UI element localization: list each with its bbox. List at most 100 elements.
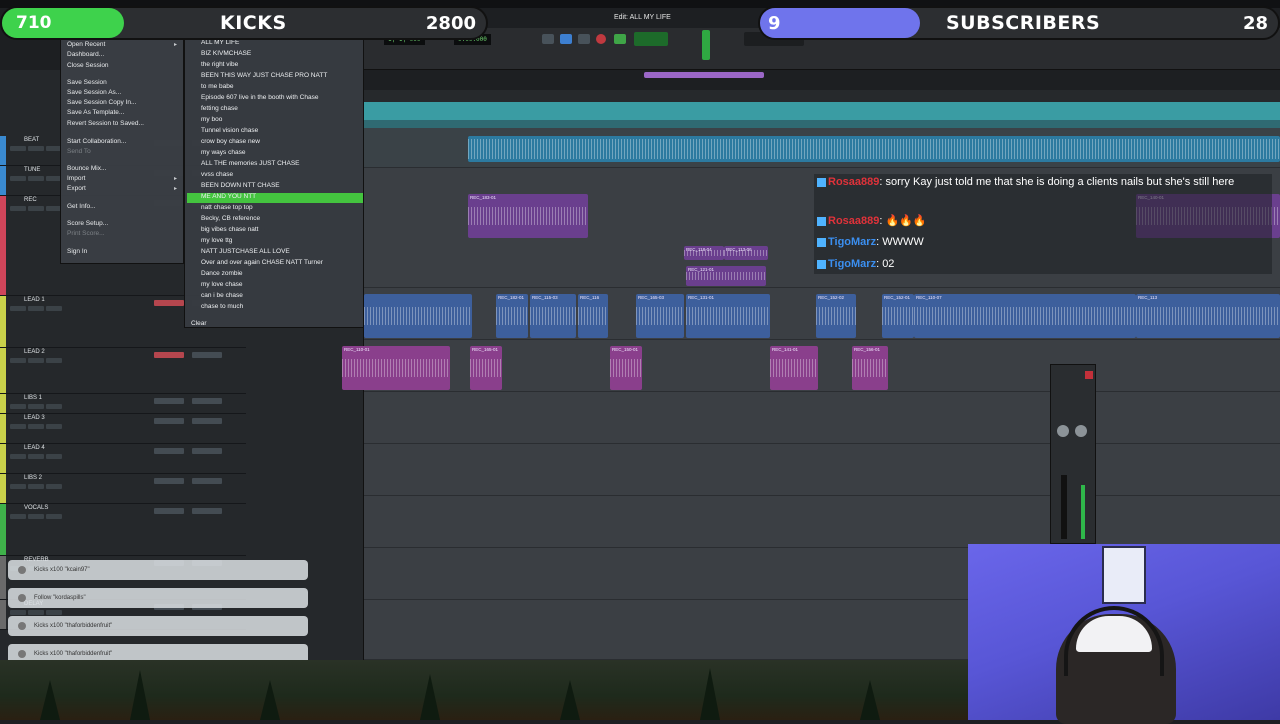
- recent-session-item[interactable]: my love chase: [201, 281, 243, 288]
- recent-session-item[interactable]: Over and over again CHASE NATT Turner: [201, 259, 323, 266]
- recent-session-item[interactable]: ALL MY LIFE: [201, 39, 239, 46]
- send-slot[interactable]: [192, 448, 222, 454]
- timeline-ruler[interactable]: [364, 90, 1280, 102]
- recent-session-item[interactable]: BEEN THIS WAY JUST CHASE PRO NATT: [201, 72, 327, 79]
- track-name[interactable]: LEAD 4: [24, 445, 45, 451]
- track-button[interactable]: [46, 358, 62, 363]
- insert-slot[interactable]: [154, 300, 184, 306]
- file-menu-item[interactable]: Get Info...: [67, 203, 96, 210]
- track-header[interactable]: LIBS 2: [0, 474, 246, 504]
- track-button[interactable]: [10, 454, 26, 459]
- lead1-clip[interactable]: REC_152-01: [882, 294, 914, 338]
- lead1-clip[interactable]: REC_152-02: [816, 294, 856, 338]
- send-slot[interactable]: [192, 418, 222, 424]
- send-slot[interactable]: [192, 478, 222, 484]
- recent-session-item[interactable]: the right vibe: [201, 61, 238, 68]
- file-menu-item[interactable]: Open Recent: [67, 41, 105, 48]
- track-name[interactable]: LEAD 2: [24, 349, 45, 355]
- track-button[interactable]: [28, 484, 44, 489]
- marker-ruler[interactable]: [364, 120, 1280, 128]
- recent-session-item[interactable]: my boo: [201, 116, 222, 123]
- recent-session-item[interactable]: can i be chase: [201, 292, 243, 299]
- close-icon[interactable]: [1085, 371, 1093, 379]
- track-name[interactable]: TUNE: [24, 167, 40, 173]
- clear-recent-button[interactable]: Clear: [191, 320, 207, 327]
- recent-session-item[interactable]: ME AND YOU NTT: [201, 193, 256, 200]
- lead2-clip[interactable]: REC_110-01: [342, 346, 450, 390]
- lead2-clip[interactable]: REC_165-01: [470, 346, 502, 390]
- file-menu-item[interactable]: Save Session: [67, 79, 107, 86]
- lead2-clip[interactable]: REC_150-01: [610, 346, 642, 390]
- track-button[interactable]: [10, 146, 26, 151]
- track-header[interactable]: LEAD 2: [0, 348, 246, 394]
- file-menu-item[interactable]: Sign In: [67, 248, 87, 255]
- insert-slot[interactable]: [154, 418, 184, 424]
- file-menu-item[interactable]: Import: [67, 175, 85, 182]
- recent-session-item[interactable]: Tunnel vision chase: [201, 127, 258, 134]
- recent-session-item[interactable]: crow boy chase new: [201, 138, 260, 145]
- recent-session-item[interactable]: Episode 607 live in the booth with Chase: [201, 94, 318, 101]
- file-menu-item[interactable]: Save Session As...: [67, 89, 121, 96]
- stop-button[interactable]: [560, 34, 572, 44]
- track-button[interactable]: [46, 484, 62, 489]
- send-slot[interactable]: [192, 352, 222, 358]
- track-button[interactable]: [10, 610, 26, 615]
- track-button[interactable]: [46, 424, 62, 429]
- track-button[interactable]: [28, 358, 44, 363]
- lead1-clip[interactable]: REC_165-03: [636, 294, 684, 338]
- track-button[interactable]: [28, 610, 44, 615]
- file-menu-item[interactable]: Save Session Copy In...: [67, 99, 136, 106]
- track-button[interactable]: [46, 514, 62, 519]
- track-button[interactable]: [46, 404, 62, 409]
- lead1-clip[interactable]: REC_116: [578, 294, 608, 338]
- recent-session-item[interactable]: Dance zombie: [201, 270, 243, 277]
- track-button[interactable]: [10, 424, 26, 429]
- recent-session-item[interactable]: NATT JUSTCHASE ALL LOVE: [201, 248, 290, 255]
- recent-session-item[interactable]: chase to much: [201, 303, 243, 310]
- rewind-button[interactable]: [542, 34, 554, 44]
- file-menu-item[interactable]: Save As Template...: [67, 109, 124, 116]
- file-menu-item[interactable]: Export: [67, 185, 86, 192]
- insert-slot[interactable]: [154, 352, 184, 358]
- insert-slot[interactable]: [154, 448, 184, 454]
- track-button[interactable]: [46, 610, 62, 615]
- send-slot[interactable]: [192, 398, 222, 404]
- track-header[interactable]: LIBS 1: [0, 394, 246, 414]
- track-name[interactable]: VOCALS: [24, 505, 48, 511]
- lead1-clip[interactable]: [364, 294, 472, 338]
- rec-clip[interactable]: REC_118-04: [684, 246, 724, 260]
- track-name[interactable]: BEAT: [24, 137, 39, 143]
- insert-slot[interactable]: [154, 508, 184, 514]
- pan-knob[interactable]: [1057, 425, 1069, 437]
- send-slot[interactable]: [192, 508, 222, 514]
- file-menu-item[interactable]: Start Collaboration...: [67, 138, 126, 145]
- record-button[interactable]: [596, 34, 606, 44]
- loop-button[interactable]: [614, 34, 626, 44]
- track-button[interactable]: [28, 146, 44, 151]
- recent-session-item[interactable]: big vibes chase natt: [201, 226, 258, 233]
- lead1-clip[interactable]: REC_182-01: [496, 294, 528, 338]
- track-button[interactable]: [28, 454, 44, 459]
- track-name[interactable]: LEAD 1: [24, 297, 45, 303]
- track-button[interactable]: [28, 424, 44, 429]
- track-name[interactable]: REC: [24, 197, 37, 203]
- track-name[interactable]: LEAD 3: [24, 415, 45, 421]
- file-menu-item[interactable]: Revert Session to Saved...: [67, 120, 144, 127]
- recent-session-item[interactable]: natt chase top top: [201, 204, 253, 211]
- lead1-clip[interactable]: REC_110-07: [914, 294, 1136, 338]
- rec-clip[interactable]: REC_183-01: [468, 194, 588, 238]
- fader[interactable]: [1061, 475, 1067, 539]
- track-button[interactable]: [28, 206, 44, 211]
- track-header[interactable]: LEAD 3: [0, 414, 246, 444]
- beat-clip[interactable]: [468, 136, 1280, 162]
- recent-session-item[interactable]: my ways chase: [201, 149, 245, 156]
- file-menu-item[interactable]: Bounce Mix...: [67, 165, 106, 172]
- track-button[interactable]: [10, 206, 26, 211]
- recent-session-item[interactable]: BIZ KIVMCHASE: [201, 50, 251, 57]
- file-menu-item[interactable]: Dashboard...: [67, 51, 104, 58]
- lead1-clip[interactable]: REC_131-01: [686, 294, 770, 338]
- insert-slot[interactable]: [154, 398, 184, 404]
- lead2-clip[interactable]: REC_156-01: [852, 346, 888, 390]
- recent-session-item[interactable]: vvss chase: [201, 171, 233, 178]
- track-button[interactable]: [10, 358, 26, 363]
